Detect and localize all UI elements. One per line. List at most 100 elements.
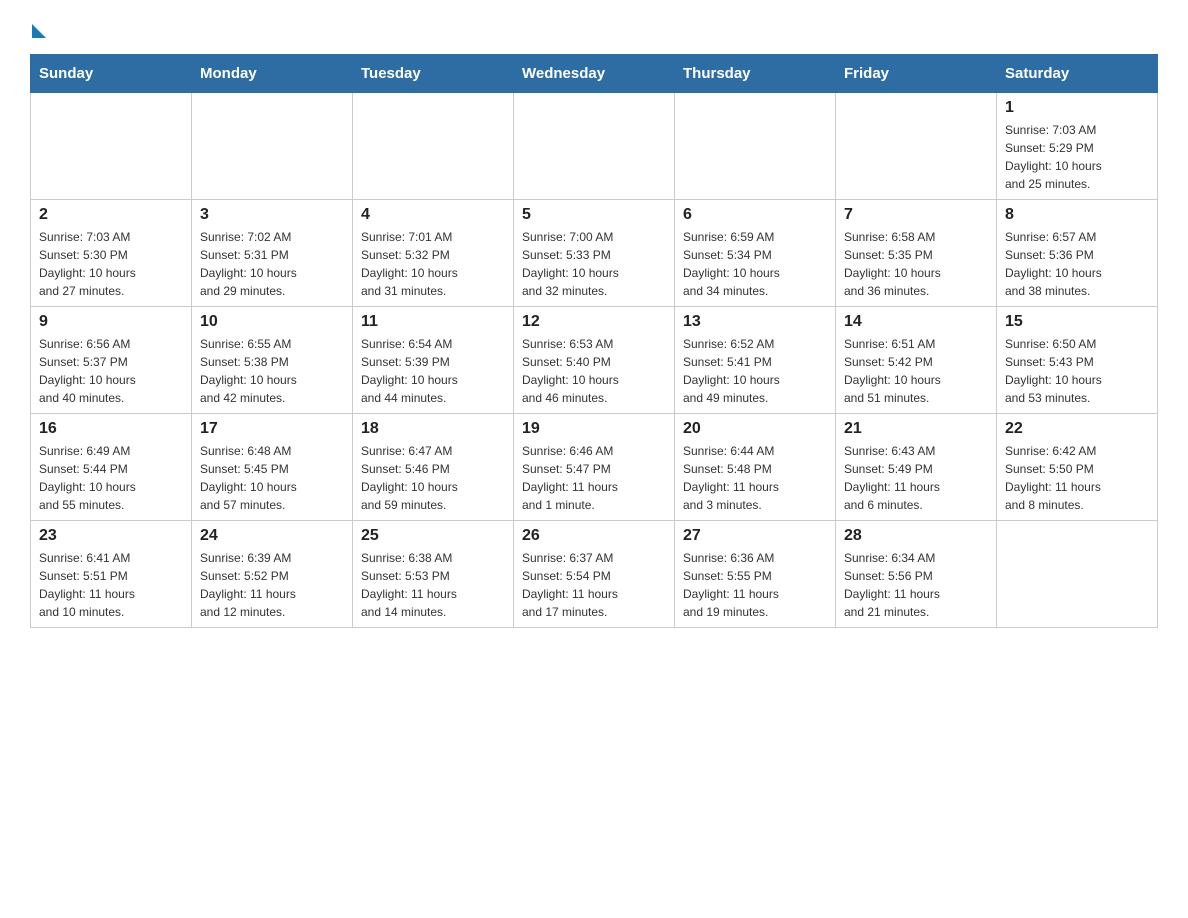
- day-number: 22: [1005, 420, 1149, 438]
- calendar-cell: 16 Sunrise: 6:49 AM Sunset: 5:44 PM Dayli…: [31, 414, 192, 521]
- day-number: 13: [683, 313, 827, 331]
- weekday-header-tuesday: Tuesday: [353, 55, 514, 93]
- calendar-cell: [836, 93, 997, 200]
- day-info: Sunrise: 6:48 AM Sunset: 5:45 PM Dayligh…: [200, 442, 344, 514]
- calendar-cell: 11 Sunrise: 6:54 AM Sunset: 5:39 PM Dayli…: [353, 307, 514, 414]
- calendar-cell: 23 Sunrise: 6:41 AM Sunset: 5:51 PM Dayli…: [31, 521, 192, 628]
- weekday-header-sunday: Sunday: [31, 55, 192, 93]
- day-info: Sunrise: 6:53 AM Sunset: 5:40 PM Dayligh…: [522, 335, 666, 407]
- calendar-cell: 9Sunrise: 6:56 AM Sunset: 5:37 PM Daylig…: [31, 307, 192, 414]
- day-number: 5: [522, 206, 666, 224]
- day-info: Sunrise: 6:34 AM Sunset: 5:56 PM Dayligh…: [844, 549, 988, 621]
- day-number: 15: [1005, 313, 1149, 331]
- day-number: 17: [200, 420, 344, 438]
- day-info: Sunrise: 6:54 AM Sunset: 5:39 PM Dayligh…: [361, 335, 505, 407]
- calendar-cell: [31, 93, 192, 200]
- calendar-cell: 25 Sunrise: 6:38 AM Sunset: 5:53 PM Dayli…: [353, 521, 514, 628]
- day-info: Sunrise: 6:43 AM Sunset: 5:49 PM Dayligh…: [844, 442, 988, 514]
- calendar-cell: 22 Sunrise: 6:42 AM Sunset: 5:50 PM Dayli…: [997, 414, 1158, 521]
- calendar-cell: 21 Sunrise: 6:43 AM Sunset: 5:49 PM Dayli…: [836, 414, 997, 521]
- day-number: 25: [361, 527, 505, 545]
- weekday-header-saturday: Saturday: [997, 55, 1158, 93]
- day-number: 2: [39, 206, 183, 224]
- weekday-header-friday: Friday: [836, 55, 997, 93]
- calendar-cell: [675, 93, 836, 200]
- day-number: 10: [200, 313, 344, 331]
- day-info: Sunrise: 6:51 AM Sunset: 5:42 PM Dayligh…: [844, 335, 988, 407]
- day-info: Sunrise: 6:52 AM Sunset: 5:41 PM Dayligh…: [683, 335, 827, 407]
- calendar-cell: 6 Sunrise: 6:59 AM Sunset: 5:34 PM Daylig…: [675, 200, 836, 307]
- calendar-week-row: 16 Sunrise: 6:49 AM Sunset: 5:44 PM Dayli…: [31, 414, 1158, 521]
- day-number: 1: [1005, 99, 1149, 117]
- day-info: Sunrise: 6:42 AM Sunset: 5:50 PM Dayligh…: [1005, 442, 1149, 514]
- logo: [30, 20, 46, 34]
- day-info: Sunrise: 6:49 AM Sunset: 5:44 PM Dayligh…: [39, 442, 183, 514]
- calendar-cell: 26 Sunrise: 6:37 AM Sunset: 5:54 PM Dayli…: [514, 521, 675, 628]
- calendar-week-row: 23 Sunrise: 6:41 AM Sunset: 5:51 PM Dayli…: [31, 521, 1158, 628]
- day-info: Sunrise: 6:55 AM Sunset: 5:38 PM Dayligh…: [200, 335, 344, 407]
- day-number: 4: [361, 206, 505, 224]
- day-info: Sunrise: 6:50 AM Sunset: 5:43 PM Dayligh…: [1005, 335, 1149, 407]
- day-info: Sunrise: 6:58 AM Sunset: 5:35 PM Dayligh…: [844, 228, 988, 300]
- calendar-cell: 13 Sunrise: 6:52 AM Sunset: 5:41 PM Dayli…: [675, 307, 836, 414]
- day-info: Sunrise: 6:38 AM Sunset: 5:53 PM Dayligh…: [361, 549, 505, 621]
- day-number: 6: [683, 206, 827, 224]
- calendar-cell: [353, 93, 514, 200]
- weekday-header-thursday: Thursday: [675, 55, 836, 93]
- day-info: Sunrise: 7:02 AM Sunset: 5:31 PM Dayligh…: [200, 228, 344, 300]
- calendar-cell: 3 Sunrise: 7:02 AM Sunset: 5:31 PM Daylig…: [192, 200, 353, 307]
- day-info: Sunrise: 6:44 AM Sunset: 5:48 PM Dayligh…: [683, 442, 827, 514]
- calendar-cell: 20 Sunrise: 6:44 AM Sunset: 5:48 PM Dayli…: [675, 414, 836, 521]
- calendar-cell: 28 Sunrise: 6:34 AM Sunset: 5:56 PM Dayli…: [836, 521, 997, 628]
- calendar-cell: 19 Sunrise: 6:46 AM Sunset: 5:47 PM Dayli…: [514, 414, 675, 521]
- calendar-cell: 5 Sunrise: 7:00 AM Sunset: 5:33 PM Daylig…: [514, 200, 675, 307]
- calendar-cell: 1Sunrise: 7:03 AM Sunset: 5:29 PM Daylig…: [997, 93, 1158, 200]
- day-number: 16: [39, 420, 183, 438]
- day-number: 8: [1005, 206, 1149, 224]
- calendar-cell: 12 Sunrise: 6:53 AM Sunset: 5:40 PM Dayli…: [514, 307, 675, 414]
- weekday-header-row: SundayMondayTuesdayWednesdayThursdayFrid…: [31, 55, 1158, 93]
- day-info: Sunrise: 6:59 AM Sunset: 5:34 PM Dayligh…: [683, 228, 827, 300]
- calendar-cell: 4 Sunrise: 7:01 AM Sunset: 5:32 PM Daylig…: [353, 200, 514, 307]
- calendar-cell: [514, 93, 675, 200]
- day-info: Sunrise: 6:46 AM Sunset: 5:47 PM Dayligh…: [522, 442, 666, 514]
- day-number: 28: [844, 527, 988, 545]
- calendar-cell: 7 Sunrise: 6:58 AM Sunset: 5:35 PM Daylig…: [836, 200, 997, 307]
- day-info: Sunrise: 6:56 AM Sunset: 5:37 PM Dayligh…: [39, 335, 183, 407]
- day-info: Sunrise: 6:39 AM Sunset: 5:52 PM Dayligh…: [200, 549, 344, 621]
- calendar-cell: 2Sunrise: 7:03 AM Sunset: 5:30 PM Daylig…: [31, 200, 192, 307]
- day-number: 7: [844, 206, 988, 224]
- day-number: 26: [522, 527, 666, 545]
- day-number: 14: [844, 313, 988, 331]
- calendar-week-row: 1Sunrise: 7:03 AM Sunset: 5:29 PM Daylig…: [31, 93, 1158, 200]
- day-number: 3: [200, 206, 344, 224]
- day-number: 18: [361, 420, 505, 438]
- calendar-cell: [192, 93, 353, 200]
- day-number: 24: [200, 527, 344, 545]
- day-number: 12: [522, 313, 666, 331]
- day-info: Sunrise: 7:00 AM Sunset: 5:33 PM Dayligh…: [522, 228, 666, 300]
- calendar-table: SundayMondayTuesdayWednesdayThursdayFrid…: [30, 54, 1158, 628]
- day-number: 19: [522, 420, 666, 438]
- calendar-cell: 17 Sunrise: 6:48 AM Sunset: 5:45 PM Dayli…: [192, 414, 353, 521]
- page-header: [30, 20, 1158, 34]
- calendar-cell: 18Sunrise: 6:47 AM Sunset: 5:46 PM Dayli…: [353, 414, 514, 521]
- day-info: Sunrise: 6:57 AM Sunset: 5:36 PM Dayligh…: [1005, 228, 1149, 300]
- weekday-header-monday: Monday: [192, 55, 353, 93]
- calendar-cell: [997, 521, 1158, 628]
- day-number: 11: [361, 313, 505, 331]
- day-number: 27: [683, 527, 827, 545]
- calendar-week-row: 2Sunrise: 7:03 AM Sunset: 5:30 PM Daylig…: [31, 200, 1158, 307]
- day-number: 20: [683, 420, 827, 438]
- logo-arrow-icon: [32, 24, 46, 38]
- day-info: Sunrise: 6:37 AM Sunset: 5:54 PM Dayligh…: [522, 549, 666, 621]
- day-number: 23: [39, 527, 183, 545]
- calendar-cell: 10 Sunrise: 6:55 AM Sunset: 5:38 PM Dayli…: [192, 307, 353, 414]
- day-info: Sunrise: 6:36 AM Sunset: 5:55 PM Dayligh…: [683, 549, 827, 621]
- calendar-week-row: 9Sunrise: 6:56 AM Sunset: 5:37 PM Daylig…: [31, 307, 1158, 414]
- calendar-cell: 24 Sunrise: 6:39 AM Sunset: 5:52 PM Dayli…: [192, 521, 353, 628]
- day-info: Sunrise: 7:01 AM Sunset: 5:32 PM Dayligh…: [361, 228, 505, 300]
- calendar-cell: 8 Sunrise: 6:57 AM Sunset: 5:36 PM Daylig…: [997, 200, 1158, 307]
- day-info: Sunrise: 6:41 AM Sunset: 5:51 PM Dayligh…: [39, 549, 183, 621]
- day-number: 21: [844, 420, 988, 438]
